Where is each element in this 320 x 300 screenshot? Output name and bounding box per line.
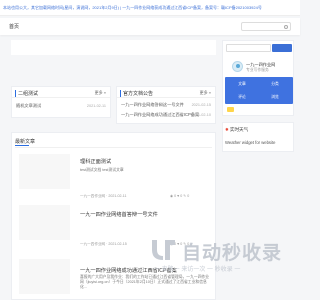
watermark-subtext: 一 来路一 来访一次 一 秒收录 一 [154, 267, 241, 273]
nav-search-input[interactable] [241, 22, 291, 31]
article-title[interactable]: 理科正面测试 [80, 158, 111, 165]
list-item-title: 一九一四作业网络答辩这一号文件 [121, 102, 184, 107]
notice-more-link[interactable]: 更多 » [95, 90, 106, 96]
weather-text: Weather widget for website [225, 140, 276, 145]
article-thumbnail[interactable] [19, 154, 70, 189]
list-item[interactable]: 随机文章测试 2021-02-11 [16, 102, 106, 110]
profile-widget: 一九一四作业网 专业写作服务 文章 分类 评论 浏览 [222, 40, 294, 116]
list-item-date: 2021-02-11 [86, 104, 106, 108]
article-excerpt: test测试文档 test测试文章 [80, 168, 124, 172]
stat-categories[interactable]: 分类 [259, 78, 291, 90]
stat-comments[interactable]: 评论 [226, 91, 258, 103]
weather-icon: ✹ [225, 127, 229, 132]
article-meta: 一九一四作业网 · 2021-02-15 ◉ 0 ♥ 0 ✎ 0 [80, 242, 190, 246]
articles-heading: 最新文章 [15, 139, 36, 146]
divider [15, 147, 212, 148]
announce-card-title: 官方文档公告 [120, 90, 153, 97]
top-announcement-bar: 本站也用公大，其它加载网络时间(星间，演说网，2021年2月9日) | 一九一四… [0, 0, 300, 16]
list-item-date: 2021-02-10 [191, 113, 211, 117]
list-item-title: 一九一四作业网络成功通过江西省ICP备案 [121, 112, 200, 117]
nav-home-link[interactable]: 首页 [9, 23, 19, 30]
notice-card: 二组测试 更多 » 随机文章测试 2021-02-11 [11, 86, 111, 118]
banner-strip [11, 40, 216, 55]
list-item[interactable]: 一九一四作业网络答辩这一号文件 2021-02-15 [121, 101, 211, 109]
avatar[interactable] [232, 61, 243, 72]
article-meta: 一九一四作业网 · 2021-02-11 ◉ 0 ♥ 0 ✎ 0 [80, 194, 190, 198]
article-thumbnail[interactable] [19, 205, 70, 240]
announce-more-link[interactable]: 更多 » [200, 90, 211, 96]
watermark-text: 自动秒收录 [182, 243, 283, 264]
stat-articles[interactable]: 文章 [226, 78, 258, 90]
weather-title: ✹实时天气 [225, 127, 249, 132]
search-icon[interactable] [284, 25, 288, 29]
sidebar-search-button[interactable] [272, 44, 292, 52]
announce-card-header: 官方文档公告 更多 » [117, 87, 215, 98]
weather-widget: ✹实时天气 Weather widget for website [222, 122, 294, 152]
announce-card: 官方文档公告 更多 » 一九一四作业网络答辩这一号文件 2021-02-15 一… [116, 86, 216, 124]
article-title[interactable]: 一九一四作业网络首答辩一号文件 [80, 211, 158, 218]
watermark-logo-icon [152, 240, 175, 260]
list-item[interactable]: 一九一四作业网络成功通过江西省ICP备案 2021-02-10 [121, 111, 211, 119]
watermark: 自动秒收录 一 来路一 来访一次 一 秒收录 一 [150, 238, 300, 300]
article-stats: ◉ 0 ♥ 0 ✎ 0 [170, 194, 190, 198]
article-thumbnail[interactable] [19, 259, 70, 294]
list-item-title: 随机文章测试 [16, 103, 42, 108]
sidebar-search-input[interactable] [226, 44, 271, 52]
notice-card-title: 二组测试 [15, 90, 38, 97]
notice-card-header: 二组测试 更多 » [12, 87, 110, 98]
profile-subtitle: 专业写作服务 [246, 68, 269, 72]
profile-stats-panel: 文章 分类 评论 浏览 [225, 77, 293, 104]
list-item-date: 2021-02-15 [191, 103, 211, 107]
stat-views[interactable]: 浏览 [259, 91, 291, 103]
badge-icon [227, 107, 234, 112]
nav-bar: 首页 [0, 18, 300, 35]
